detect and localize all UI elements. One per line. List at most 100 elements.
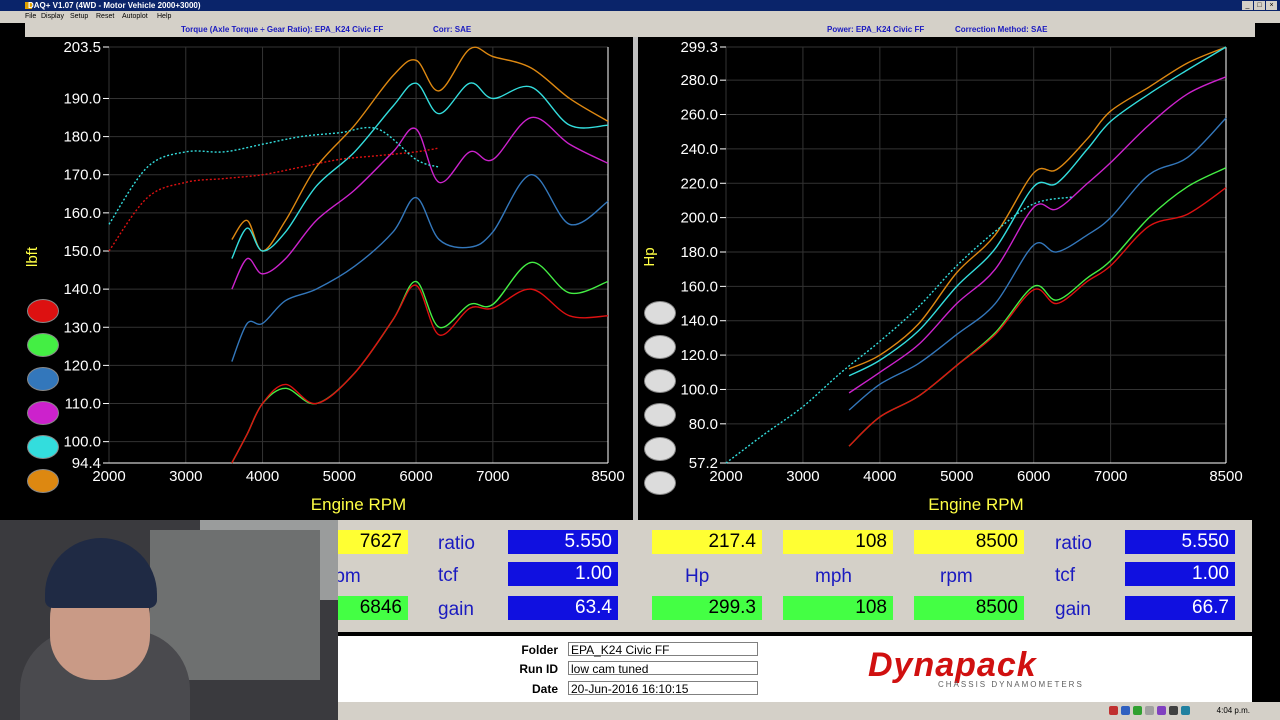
series-toggle-blue[interactable]: [27, 367, 59, 391]
menu-autoplot[interactable]: Autoplot: [122, 11, 148, 23]
y-tick-label: 110.0: [65, 396, 101, 413]
tray-usb-icon[interactable]: [1145, 706, 1154, 715]
x-tick-label: 6000: [1017, 468, 1050, 485]
x-axis-title: Engine RPM: [928, 495, 1023, 514]
chart-header-strip: Torque (Axle Torque ÷ Gear Ratio): EPA_K…: [25, 23, 1255, 37]
menu-setup[interactable]: Setup: [70, 11, 88, 23]
torque-correction: Corr: SAE: [433, 25, 472, 34]
series-line-red: [848, 187, 1227, 447]
torque-top-value: 7627: [338, 530, 408, 554]
x-axis-title: Engine RPM: [311, 495, 406, 514]
y-tick-label: 94.4: [72, 455, 101, 472]
y-tick-label: 170.0: [63, 167, 101, 184]
left-tcf-value[interactable]: 1.00: [508, 562, 618, 586]
y-tick-label: 130.0: [63, 319, 101, 336]
power-chart-panel[interactable]: 2000 3000 4000 5000 6000 7000 8500 299.3 280.0 26…: [638, 37, 1252, 520]
webcam-person-beanie: [45, 538, 157, 608]
torque-chart-panel[interactable]: 2000 3000 4000 5000 6000 7000 8500 203.5 190.0 18…: [25, 37, 633, 520]
y-tick-label: 120.0: [680, 347, 718, 364]
mph-bottom-value: 108: [783, 596, 893, 620]
left-ratio-value[interactable]: 5.550: [508, 530, 618, 554]
tray-network-icon[interactable]: [1121, 706, 1130, 715]
y-tick-label: 280.0: [680, 72, 718, 89]
y-tick-label: 57.2: [689, 455, 718, 472]
menu-display[interactable]: Display: [41, 11, 64, 23]
y-tick-label: 203.5: [63, 39, 101, 56]
taskbar-clock: 4:04 p.m.: [1216, 706, 1250, 715]
tray-display-icon[interactable]: [1181, 706, 1190, 715]
series-line-red: [231, 284, 609, 464]
series-line-cyan: [231, 82, 609, 259]
y-tick-label: 100.0: [680, 381, 718, 398]
y-tick-label: 140.0: [680, 313, 718, 330]
series-toggle-green[interactable]: [27, 333, 59, 357]
tray-shield-icon[interactable]: [1133, 706, 1142, 715]
series-line-cyan: [108, 126, 440, 225]
series-toggle-right-3[interactable]: [644, 369, 676, 393]
y-axis-title: lbft: [25, 246, 41, 267]
x-tick-label: 8500: [1209, 468, 1242, 485]
mph-top-value: 108: [783, 530, 893, 554]
y-tick-label: 200.0: [680, 210, 718, 227]
menu-help[interactable]: Help: [157, 11, 171, 23]
series-toggle-right-5[interactable]: [644, 437, 676, 461]
minimize-button[interactable]: _: [1242, 1, 1253, 10]
series-toggle-right-6[interactable]: [644, 471, 676, 495]
right-tcf-label: tcf: [1055, 565, 1076, 586]
y-tick-label: 160.0: [680, 278, 718, 295]
system-tray: [1109, 706, 1190, 715]
tray-volume-icon[interactable]: [1169, 706, 1178, 715]
x-tick-label: 4000: [246, 468, 279, 485]
tray-app-icon[interactable]: [1109, 706, 1118, 715]
torque-header: Torque (Axle Torque ÷ Gear Ratio): EPA_K…: [181, 25, 384, 34]
power-chart: 2000 3000 4000 5000 6000 7000 8500299.3280.026…: [641, 39, 1243, 514]
y-tick-label: 160.0: [63, 205, 101, 222]
y-tick-label: 299.3: [680, 39, 718, 56]
y-tick-label: 260.0: [680, 107, 718, 124]
series-toggle-cyan[interactable]: [27, 435, 59, 459]
runid-field[interactable]: low cam tuned: [568, 661, 758, 676]
y-axis-title: Hp: [641, 247, 658, 266]
left-gain-label: gain: [438, 599, 474, 620]
series-toggle-magenta[interactable]: [27, 401, 59, 425]
torque-bottom-value: 6846: [338, 596, 408, 620]
series-toggle-right-1[interactable]: [644, 301, 676, 325]
readout-panel: 7627 rpm 6846 ratio tcf gain 5.550 1.00 …: [328, 520, 1252, 632]
rpm-top-value: 8500: [914, 530, 1024, 554]
right-gain-value[interactable]: 66.7: [1125, 596, 1235, 620]
series-toggle-right-4[interactable]: [644, 403, 676, 427]
right-tcf-value[interactable]: 1.00: [1125, 562, 1235, 586]
rpm-label: rpm: [940, 566, 973, 587]
taskbar: 4:04 p.m.: [338, 702, 1280, 720]
right-ratio-label: ratio: [1055, 533, 1092, 554]
left-ratio-label: ratio: [438, 533, 475, 554]
maximize-button[interactable]: □: [1254, 1, 1265, 10]
menu-reset[interactable]: Reset: [96, 11, 114, 23]
series-toggle-red[interactable]: [27, 299, 59, 323]
left-gain-value[interactable]: 63.4: [508, 596, 618, 620]
right-ratio-value[interactable]: 5.550: [1125, 530, 1235, 554]
series-toggle-orange[interactable]: [27, 469, 59, 493]
menu-file[interactable]: File: [25, 11, 36, 23]
tray-media-icon[interactable]: [1157, 706, 1166, 715]
y-tick-label: 140.0: [63, 281, 101, 298]
x-tick-label: 4000: [863, 468, 896, 485]
window-controls: _ □ ×: [1242, 1, 1277, 10]
rpm-bottom-value: 8500: [914, 596, 1024, 620]
title-bar: DAQ+ V1.07 (4WD - Motor Vehicle 2000+300…: [0, 0, 1280, 11]
y-tick-label: 220.0: [680, 175, 718, 192]
mph-label: mph: [815, 566, 852, 587]
hp-top-value: 217.4: [652, 530, 762, 554]
date-field[interactable]: 20-Jun-2016 16:10:15: [568, 681, 758, 696]
hp-label: Hp: [685, 566, 710, 587]
y-tick-label: 180.0: [63, 129, 101, 146]
series-line-orange: [231, 46, 609, 252]
close-button[interactable]: ×: [1266, 1, 1277, 10]
x-tick-label: 8500: [591, 468, 624, 485]
power-correction: Correction Method: SAE: [955, 25, 1048, 34]
folder-field[interactable]: EPA_K24 Civic FF: [568, 642, 758, 657]
series-line-magenta: [848, 76, 1227, 394]
power-header: Power: EPA_K24 Civic FF: [827, 25, 925, 34]
runid-label: Run ID: [519, 662, 558, 676]
series-toggle-right-2[interactable]: [644, 335, 676, 359]
